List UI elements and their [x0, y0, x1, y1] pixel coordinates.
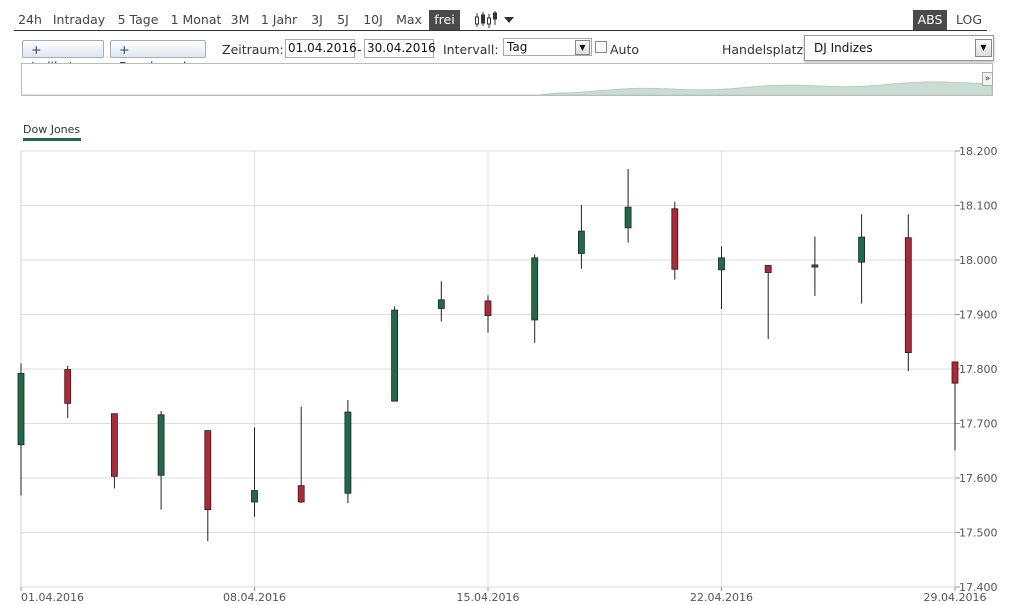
candle-body — [391, 309, 399, 402]
interval-label: Intervall: — [443, 42, 499, 57]
y-tick-label: 17.700 — [959, 418, 998, 431]
range-tab-3m[interactable]: 3M — [227, 10, 253, 30]
interval-select[interactable]: Tag ▼ — [503, 38, 592, 56]
candle-body — [437, 299, 445, 309]
navigator-expand-button[interactable]: » — [982, 72, 993, 86]
scale-log-button[interactable]: LOG — [951, 10, 987, 30]
range-tab-10j[interactable]: 10J — [359, 10, 387, 30]
period-label: Zeitraum: — [222, 42, 284, 57]
range-toolbar: 24h Intraday 5 Tage 1 Monat 3M 1 Jahr 3J… — [0, 9, 1012, 31]
candle-body — [297, 485, 305, 503]
y-tick-label: 17.400 — [959, 581, 998, 594]
candle-body — [484, 300, 492, 316]
y-tick-label: 18.200 — [959, 145, 998, 158]
legend-series-swatch — [23, 138, 81, 141]
range-tab-5j[interactable]: 5J — [332, 10, 354, 30]
x-tick-label: 29.04.2016 — [924, 591, 987, 604]
y-tick-label: 17.600 — [959, 472, 998, 485]
scale-abs-button[interactable]: ABS — [913, 10, 947, 30]
y-tick-label: 17.900 — [959, 309, 998, 322]
x-tick-label: 15.04.2016 — [457, 591, 520, 604]
plot-frame — [20, 150, 956, 588]
legend-series-label[interactable]: Dow Jones — [23, 123, 80, 136]
auto-label: Auto — [610, 42, 640, 57]
range-tab-1-monat[interactable]: 1 Monat — [167, 10, 225, 30]
date-to-input[interactable]: 30.04.2016 — [364, 39, 436, 58]
y-tick-label: 18.100 — [959, 200, 998, 213]
candle-body — [671, 208, 679, 270]
candle-body — [17, 372, 25, 446]
candle-body — [858, 236, 865, 263]
candle-body — [531, 257, 539, 321]
navigator-panel[interactable]: » — [21, 63, 993, 96]
x-tick-label: 01.04.2016 — [21, 591, 84, 604]
candle-body — [578, 230, 585, 254]
range-tab-3j[interactable]: 3J — [306, 10, 328, 30]
chart-type-selector[interactable] — [474, 11, 516, 29]
date-separator: - — [357, 42, 362, 57]
range-tab-intraday[interactable]: Intraday — [50, 10, 108, 30]
range-tab-frei[interactable]: frei — [429, 10, 460, 30]
y-tick-label: 18.000 — [959, 254, 998, 267]
exchange-select[interactable]: DJ Indizes ▼ — [804, 35, 994, 61]
chevron-down-icon: ▼ — [975, 39, 992, 57]
candle-body — [251, 490, 258, 503]
navigator-area — [22, 81, 992, 95]
range-tab-24h[interactable]: 24h — [13, 10, 47, 30]
candle-body — [111, 413, 118, 477]
interval-value: Tag — [507, 40, 528, 54]
candle-body — [951, 361, 959, 384]
candle-body — [811, 264, 819, 268]
range-tab-5-tage[interactable]: 5 Tage — [113, 10, 163, 30]
x-tick-label: 08.04.2016 — [223, 591, 286, 604]
toolbar-divider — [14, 30, 987, 31]
exchange-value: DJ Indizes — [814, 41, 873, 55]
range-tab-max[interactable]: Max — [392, 10, 426, 30]
auto-checkbox[interactable] — [595, 41, 607, 53]
chevron-down-icon — [504, 17, 514, 23]
date-from-input[interactable]: 01.04.2016 — [285, 39, 357, 58]
y-tick-label: 17.800 — [959, 363, 998, 376]
candle-body — [64, 369, 72, 404]
candle-body — [764, 265, 772, 273]
y-tick-label: 17.500 — [959, 527, 998, 540]
x-tick-label: 22.04.2016 — [690, 591, 753, 604]
candlestick-icon — [475, 11, 514, 28]
candle-body — [624, 206, 632, 229]
candle-body — [718, 257, 725, 271]
candle-body — [157, 414, 165, 476]
add-indicator-button[interactable]: + Indikator — [22, 40, 104, 74]
add-benchmark-button[interactable]: + Benchmark — [110, 40, 206, 74]
exchange-label: Handelsplatz: — [722, 42, 808, 57]
candle-body — [904, 237, 912, 354]
chevron-down-icon: ▼ — [575, 40, 590, 55]
candle-body — [204, 430, 212, 511]
range-tab-1-jahr[interactable]: 1 Jahr — [256, 10, 302, 30]
candle-body — [344, 411, 352, 494]
